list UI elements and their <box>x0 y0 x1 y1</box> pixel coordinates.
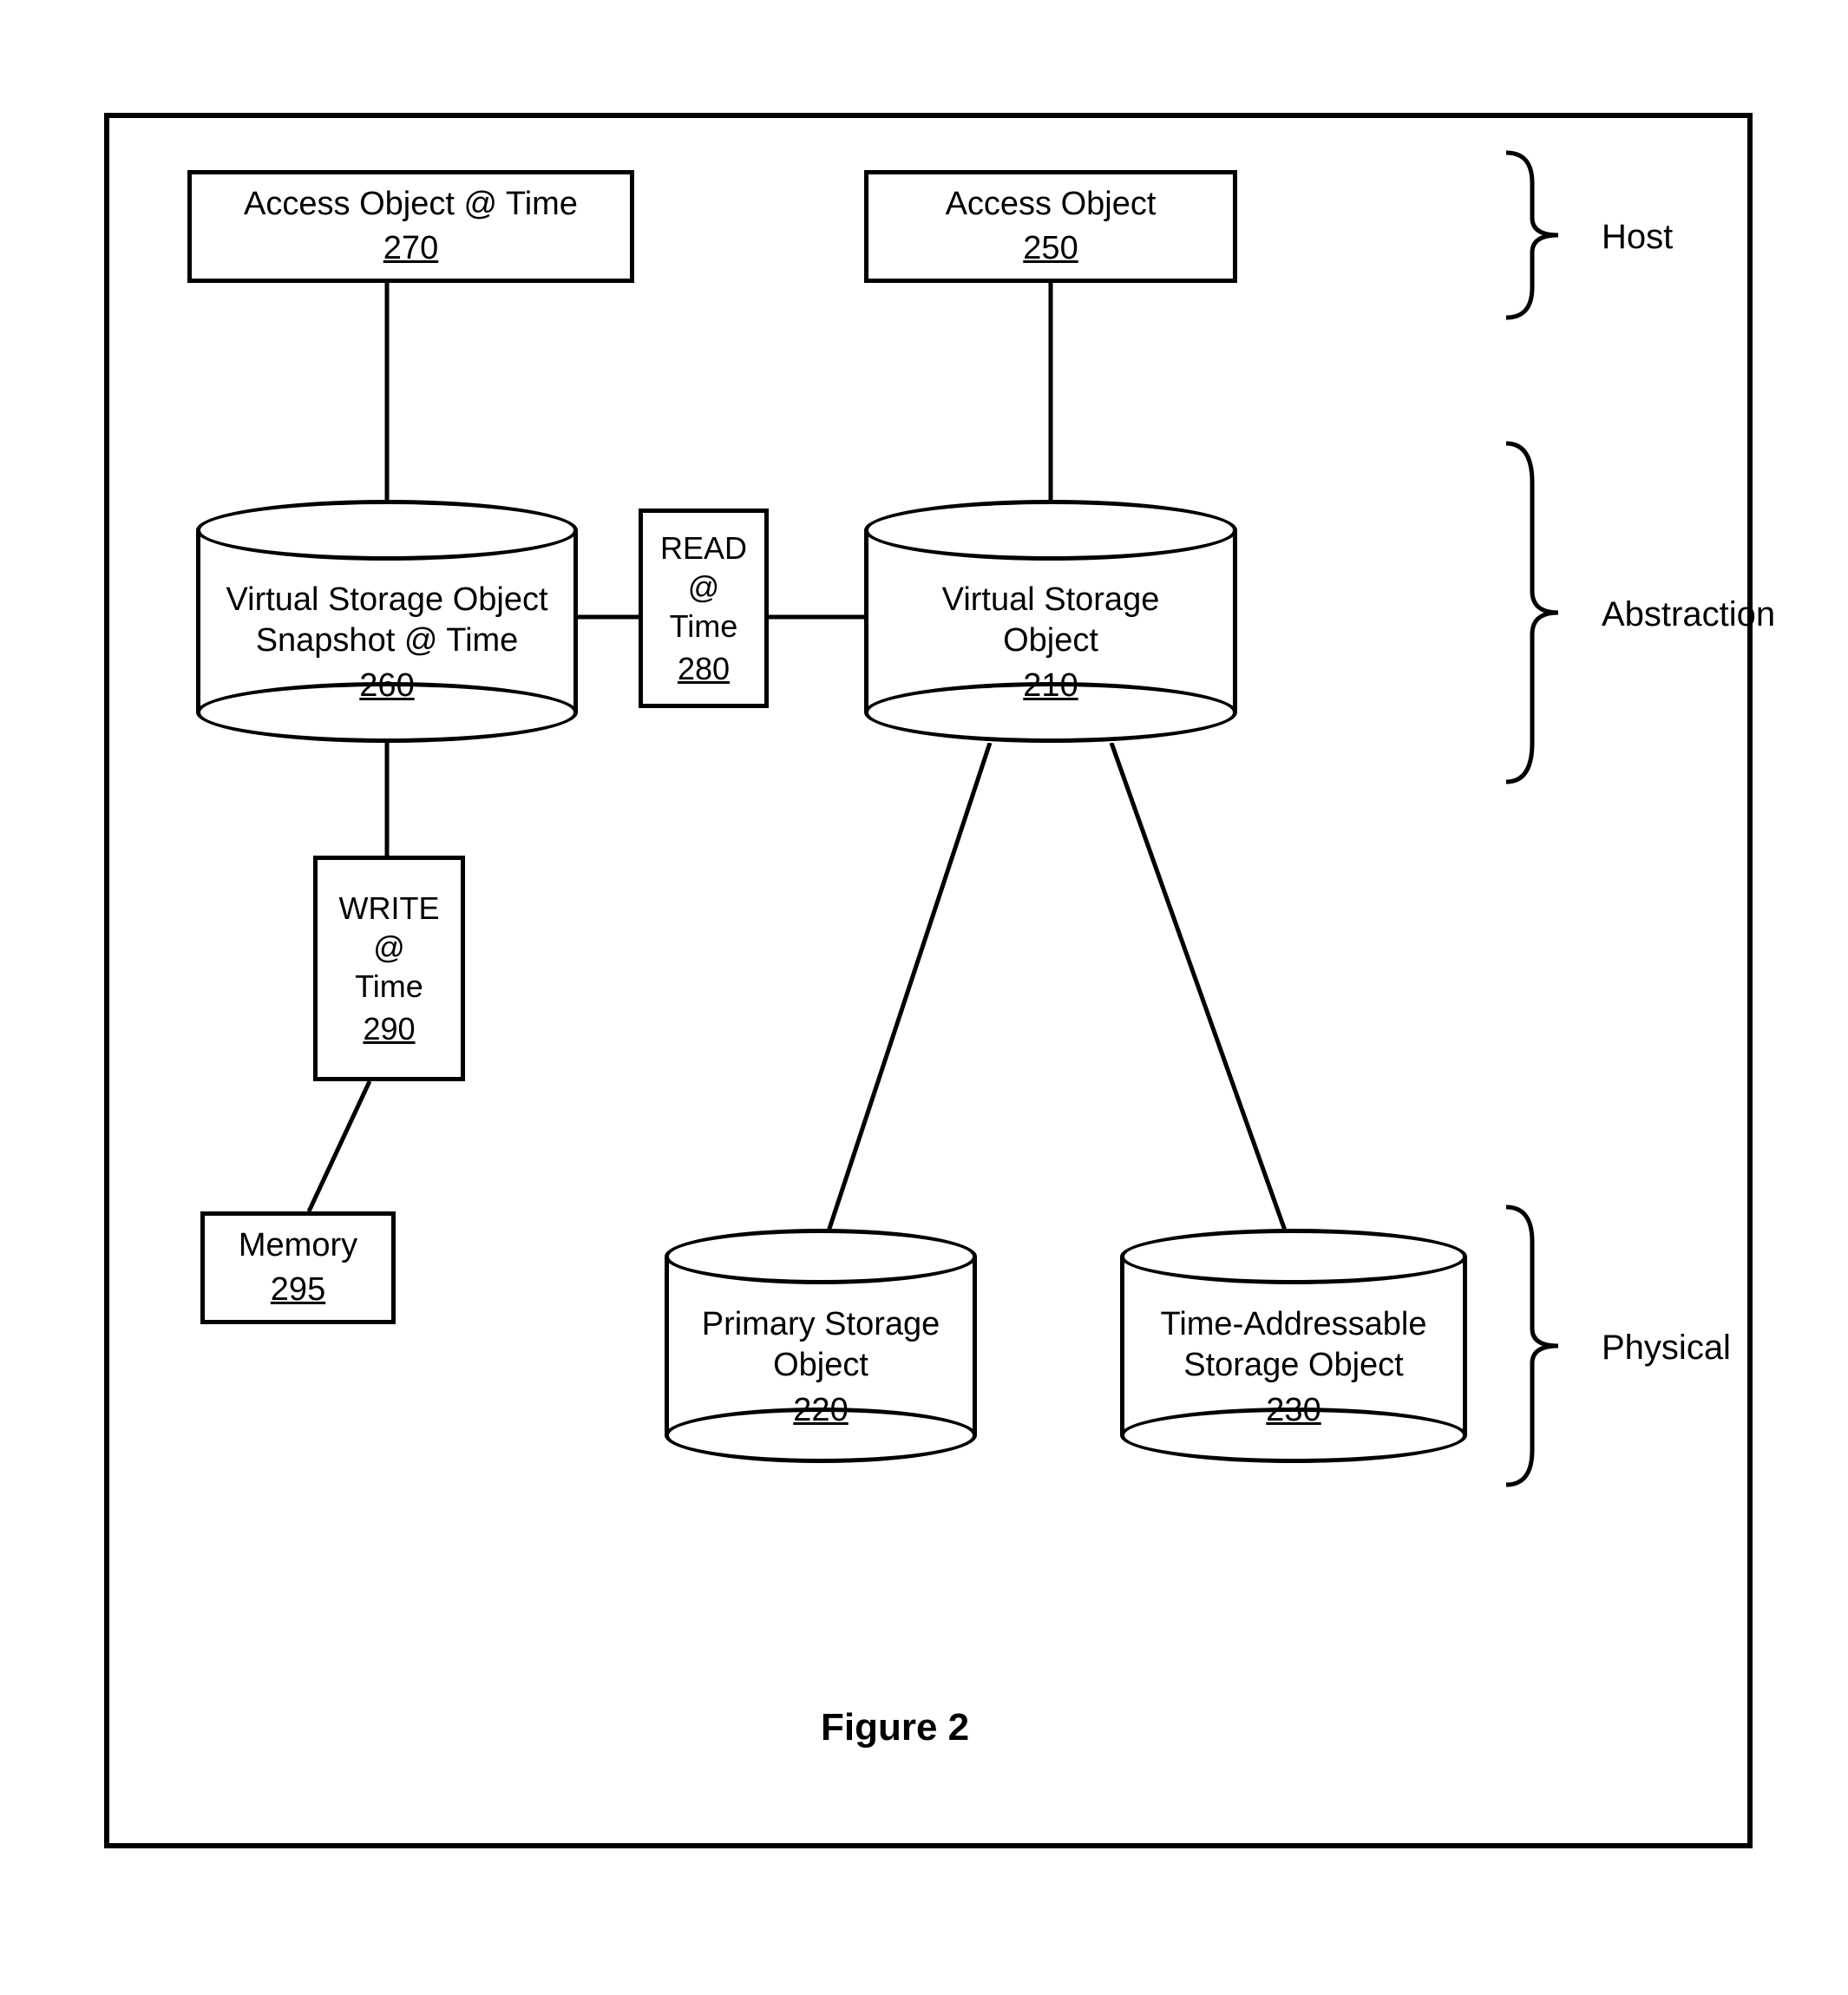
box-l3: Time <box>670 607 738 646</box>
box-ref: 290 <box>363 1009 415 1048</box>
cyl-ref: 260 <box>359 666 414 707</box>
access-object-time-box: Access Object @ Time 270 <box>187 170 634 283</box>
time-addressable-cylinder: Time-Addressable Storage Object 230 <box>1120 1229 1467 1463</box>
box-ref: 270 <box>383 228 438 270</box>
box-l2: @ <box>688 568 720 607</box>
box-l1: READ <box>660 528 747 568</box>
host-label: Host <box>1602 218 1673 257</box>
box-l3: Time <box>355 967 423 1006</box>
box-l1: WRITE <box>339 889 440 928</box>
vso-snapshot-cylinder: Virtual Storage Object Snapshot @ Time 2… <box>196 500 578 743</box>
primary-storage-cylinder: Primary Storage Object 220 <box>665 1229 977 1463</box>
cyl-ref: 220 <box>793 1390 848 1432</box>
cyl-line1: Primary Storage <box>702 1304 940 1346</box>
abstraction-label: Abstraction <box>1602 595 1775 634</box>
box-title: Memory <box>239 1225 357 1267</box>
physical-brace <box>1497 1203 1567 1489</box>
read-box: READ @ Time 280 <box>639 509 769 708</box>
host-brace <box>1497 148 1567 322</box>
box-title: Access Object <box>946 184 1157 226</box>
box-title: Access Object @ Time <box>244 184 578 226</box>
box-ref: 295 <box>271 1270 325 1311</box>
cyl-line2: Snapshot @ Time <box>256 620 519 662</box>
abstraction-brace <box>1497 439 1567 786</box>
diagram-frame: Access Object @ Time 270 Access Object 2… <box>104 113 1753 1848</box>
physical-label: Physical <box>1602 1329 1731 1368</box>
cyl-line2: Storage Object <box>1183 1345 1403 1387</box>
cyl-ref: 210 <box>1023 666 1078 707</box>
figure-caption: Figure 2 <box>821 1706 969 1749</box>
vso-cylinder: Virtual Storage Object 210 <box>864 500 1237 743</box>
box-l2: @ <box>373 928 405 967</box>
cyl-line1: Virtual Storage <box>942 580 1160 621</box>
cyl-line1: Virtual Storage Object <box>226 580 547 621</box>
cyl-ref: 230 <box>1266 1390 1320 1432</box>
cyl-line1: Time-Addressable <box>1161 1304 1427 1346</box>
write-box: WRITE @ Time 290 <box>313 856 465 1081</box>
cyl-line2: Object <box>773 1345 868 1387</box>
access-object-box: Access Object 250 <box>864 170 1237 283</box>
memory-box: Memory 295 <box>200 1211 396 1324</box>
cyl-line2: Object <box>1003 620 1098 662</box>
box-ref: 280 <box>678 649 730 688</box>
box-ref: 250 <box>1023 228 1078 270</box>
